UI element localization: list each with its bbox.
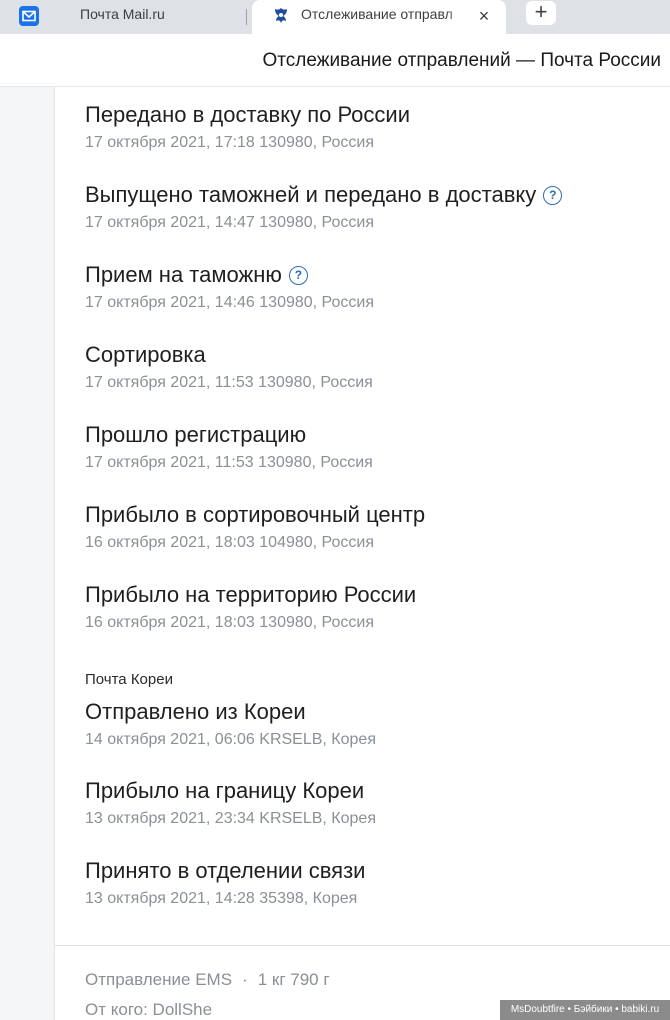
tab-bar: Почта Mail.ru Отслеживание отправл × +	[0, 0, 670, 34]
tracking-event: Прибыло на территорию России 16 октября …	[85, 580, 670, 631]
close-icon[interactable]: ×	[474, 6, 494, 26]
event-meta: 17 октября 2021, 17:18 130980, Россия	[85, 134, 375, 151]
event-title: Принято в отделении связи	[85, 858, 366, 883]
separator-dot: ·	[242, 970, 248, 989]
tab-mail[interactable]: Почта Mail.ru	[0, 0, 240, 34]
tracking-event: Прибыло в сортировочный центр 16 октября…	[85, 500, 670, 551]
tracking-event: Принято в отделении связи 13 октября 202…	[85, 856, 670, 907]
help-icon[interactable]: ?	[543, 185, 563, 205]
shipment-type: Отправление EMS	[85, 970, 233, 989]
event-title: Передано в доставку по России	[85, 102, 410, 127]
tab-separator	[246, 9, 247, 25]
section-label-korea-post: Почта Кореи	[85, 671, 173, 688]
help-icon[interactable]: ?	[288, 265, 308, 285]
tracking-event: Прибыло на границу Кореи 13 октября 2021…	[85, 776, 670, 827]
tracking-event: Передано в доставку по России 17 октября…	[85, 100, 670, 151]
tab-tracking-label: Отслеживание отправл	[301, 6, 453, 22]
event-title: Прошло регистрацию	[85, 422, 307, 447]
watermark: MsDoubtfire • Бэйбики • babiki.ru	[500, 1000, 670, 1020]
page-header: Отслеживание отправлений — Почта России	[0, 34, 670, 87]
event-meta: 13 октября 2021, 14:28 35398, Корея	[85, 890, 358, 907]
event-title: Выпущено таможней и передано в доставку?	[85, 180, 670, 210]
event-title: Прибыло на границу Кореи	[85, 778, 365, 803]
event-meta: 13 октября 2021, 23:34 KRSELB, Корея	[85, 810, 376, 827]
tracking-event: Прошло регистрацию 17 октября 2021, 11:5…	[85, 420, 670, 471]
event-meta: 16 октября 2021, 18:03 130980, Россия	[85, 614, 375, 631]
page-title: Отслеживание отправлений — Почта России	[262, 50, 661, 71]
tab-mail-label: Почта Mail.ru	[80, 6, 165, 22]
shipment-weight: 1 кг 790 г	[257, 970, 330, 989]
divider	[55, 945, 670, 946]
event-title: Сортировка	[85, 342, 206, 367]
event-meta: 17 октября 2021, 14:47 130980, Россия	[85, 214, 375, 231]
event-title: Прибыло на территорию России	[85, 582, 417, 607]
sender-info: От кого: DollShe	[85, 1000, 213, 1019]
event-title: Прибыло в сортировочный центр	[85, 502, 426, 527]
left-sidebar	[0, 87, 55, 1020]
shipment-info: Отправление EMS · 1 кг 790 г	[85, 970, 330, 990]
russian-post-crest-icon	[270, 5, 292, 27]
event-meta: 17 октября 2021, 14:46 130980, Россия	[85, 294, 375, 311]
mail-icon	[19, 6, 39, 26]
event-title: Отправлено из Кореи	[85, 699, 306, 724]
event-meta: 17 октября 2021, 11:53 130980, Россия	[85, 454, 373, 471]
event-meta: 17 октября 2021, 11:53 130980, Россия	[85, 374, 373, 391]
tracking-event: Отправлено из Кореи 14 октября 2021, 06:…	[85, 697, 670, 748]
event-title: Прием на таможню?	[85, 260, 670, 290]
tracking-event: Сортировка 17 октября 2021, 11:53 130980…	[85, 340, 670, 391]
new-tab-icon[interactable]: +	[526, 1, 556, 25]
tracking-event: Выпущено таможней и передано в доставку?…	[85, 180, 670, 231]
event-meta: 16 октября 2021, 18:03 104980, Россия	[85, 534, 375, 551]
tab-tracking[interactable]: Отслеживание отправл ×	[252, 0, 506, 34]
tracking-event: Прием на таможню? 17 октября 2021, 14:46…	[85, 260, 670, 311]
event-meta: 14 октября 2021, 06:06 KRSELB, Корея	[85, 731, 376, 748]
